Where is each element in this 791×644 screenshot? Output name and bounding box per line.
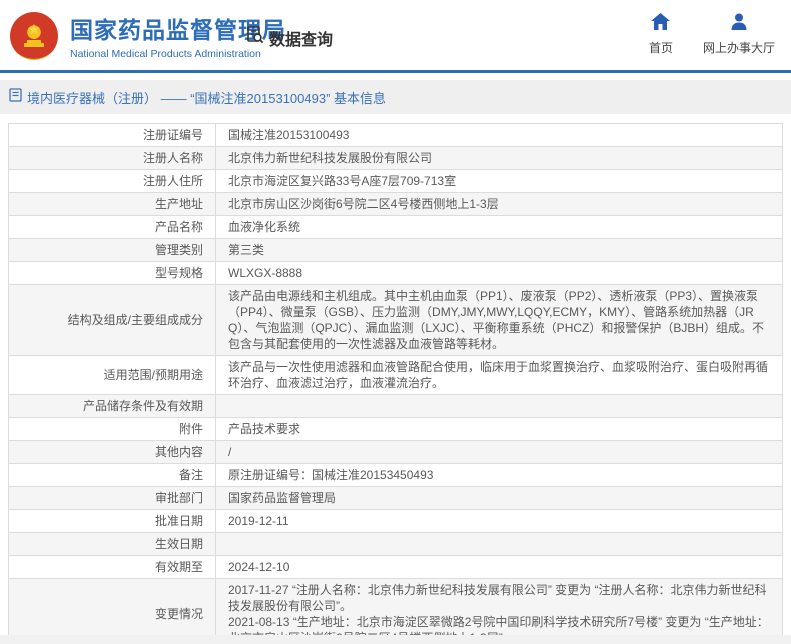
table-row: 审批部门国家药品监督管理局 [9,487,783,510]
person-icon [730,13,748,35]
table-row: 备注原注册证编号：国械注准20153450493 [9,464,783,487]
row-value: 2024-12-10 [216,556,783,579]
row-label: 附件 [9,418,216,441]
table-row: 型号规格WLXGX-8888 [9,262,783,285]
row-value: 国家药品监督管理局 [216,487,783,510]
page-title: 境内医疗器械（注册） —— “国械注准20153100493” 基本信息 [27,88,386,107]
gate-icon [24,40,44,47]
row-value [216,395,783,418]
row-value: 北京市海淀区复兴路33号A座7层709-713室 [216,170,783,193]
top-nav: 首页 网上办事大厅 [649,13,775,56]
row-label: 管理类别 [9,239,216,262]
document-search-icon [245,25,265,50]
row-value [216,533,783,556]
row-value: 2019-12-11 [216,510,783,533]
table-row: 有效期至2024-12-10 [9,556,783,579]
table-row: 批准日期2019-12-11 [9,510,783,533]
row-value: WLXGX-8888 [216,262,783,285]
nav-home[interactable]: 首页 [649,13,673,56]
row-label: 注册证编号 [9,124,216,147]
row-label: 备注 [9,464,216,487]
row-value: 国械注准20153100493 [216,124,783,147]
nav-service-hall[interactable]: 网上办事大厅 [703,13,775,56]
nav-service-hall-label: 网上办事大厅 [703,39,775,56]
row-label: 有效期至 [9,556,216,579]
data-query-label: 数据查询 [269,26,333,50]
row-label: 生产地址 [9,193,216,216]
row-value: 产品技术要求 [216,418,783,441]
table-row: 产品储存条件及有效期 [9,395,783,418]
table-row: 适用范围/预期用途该产品与一次性使用滤器和血液管路配合使用，临床用于血浆置换治疗… [9,356,783,395]
registration-info-table: 注册证编号国械注准20153100493注册人名称北京伟力新世纪科技发展股份有限… [8,123,783,644]
table-row: 注册人名称北京伟力新世纪科技发展股份有限公司 [9,147,783,170]
table-row: 注册人住所北京市海淀区复兴路33号A座7层709-713室 [9,170,783,193]
row-label: 适用范围/预期用途 [9,356,216,395]
row-label: 审批部门 [9,487,216,510]
header-divider [0,70,791,73]
home-icon [651,13,670,35]
table-row: 管理类别第三类 [9,239,783,262]
row-value: 原注册证编号：国械注准20153450493 [216,464,783,487]
table-row: 生效日期 [9,533,783,556]
row-value: 该产品由电源线和主机组成。其中主机由血泵（PP1）、废液泵（PP2）、透析液泵（… [216,285,783,356]
row-label: 其他内容 [9,441,216,464]
page-icon [9,88,22,107]
row-value: 该产品与一次性使用滤器和血液管路配合使用，临床用于血浆置换治疗、血浆吸附治疗、蛋… [216,356,783,395]
row-label: 注册人住所 [9,170,216,193]
info-table-body: 注册证编号国械注准20153100493注册人名称北京伟力新世纪科技发展股份有限… [9,124,783,644]
row-label: 产品储存条件及有效期 [9,395,216,418]
footer-strip [0,635,791,644]
row-label: 型号规格 [9,262,216,285]
table-row: 结构及组成/主要组成成分该产品由电源线和主机组成。其中主机由血泵（PP1）、废液… [9,285,783,356]
row-label: 批准日期 [9,510,216,533]
row-label: 注册人名称 [9,147,216,170]
national-emblem-icon: ★ [10,12,58,60]
nav-home-label: 首页 [649,39,673,56]
row-value: 第三类 [216,239,783,262]
star-icon: ★ [27,22,40,37]
table-row: 附件产品技术要求 [9,418,783,441]
row-label: 生效日期 [9,533,216,556]
breadcrumb: 境内医疗器械（注册） —— “国械注准20153100493” 基本信息 [0,80,791,114]
page-header: ★ 国家药品监督管理局 National Medical Products Ad… [0,0,791,70]
table-row: 产品名称血液净化系统 [9,216,783,239]
table-row: 注册证编号国械注准20153100493 [9,124,783,147]
row-value: 北京伟力新世纪科技发展股份有限公司 [216,147,783,170]
row-label: 产品名称 [9,216,216,239]
data-query-nav[interactable]: 数据查询 [245,25,333,50]
table-row: 其他内容/ [9,441,783,464]
row-value: / [216,441,783,464]
row-label: 结构及组成/主要组成成分 [9,285,216,356]
table-row: 生产地址北京市房山区沙岗街6号院二区4号楼西侧地上1-3层 [9,193,783,216]
row-value: 北京市房山区沙岗街6号院二区4号楼西侧地上1-3层 [216,193,783,216]
row-value: 血液净化系统 [216,216,783,239]
